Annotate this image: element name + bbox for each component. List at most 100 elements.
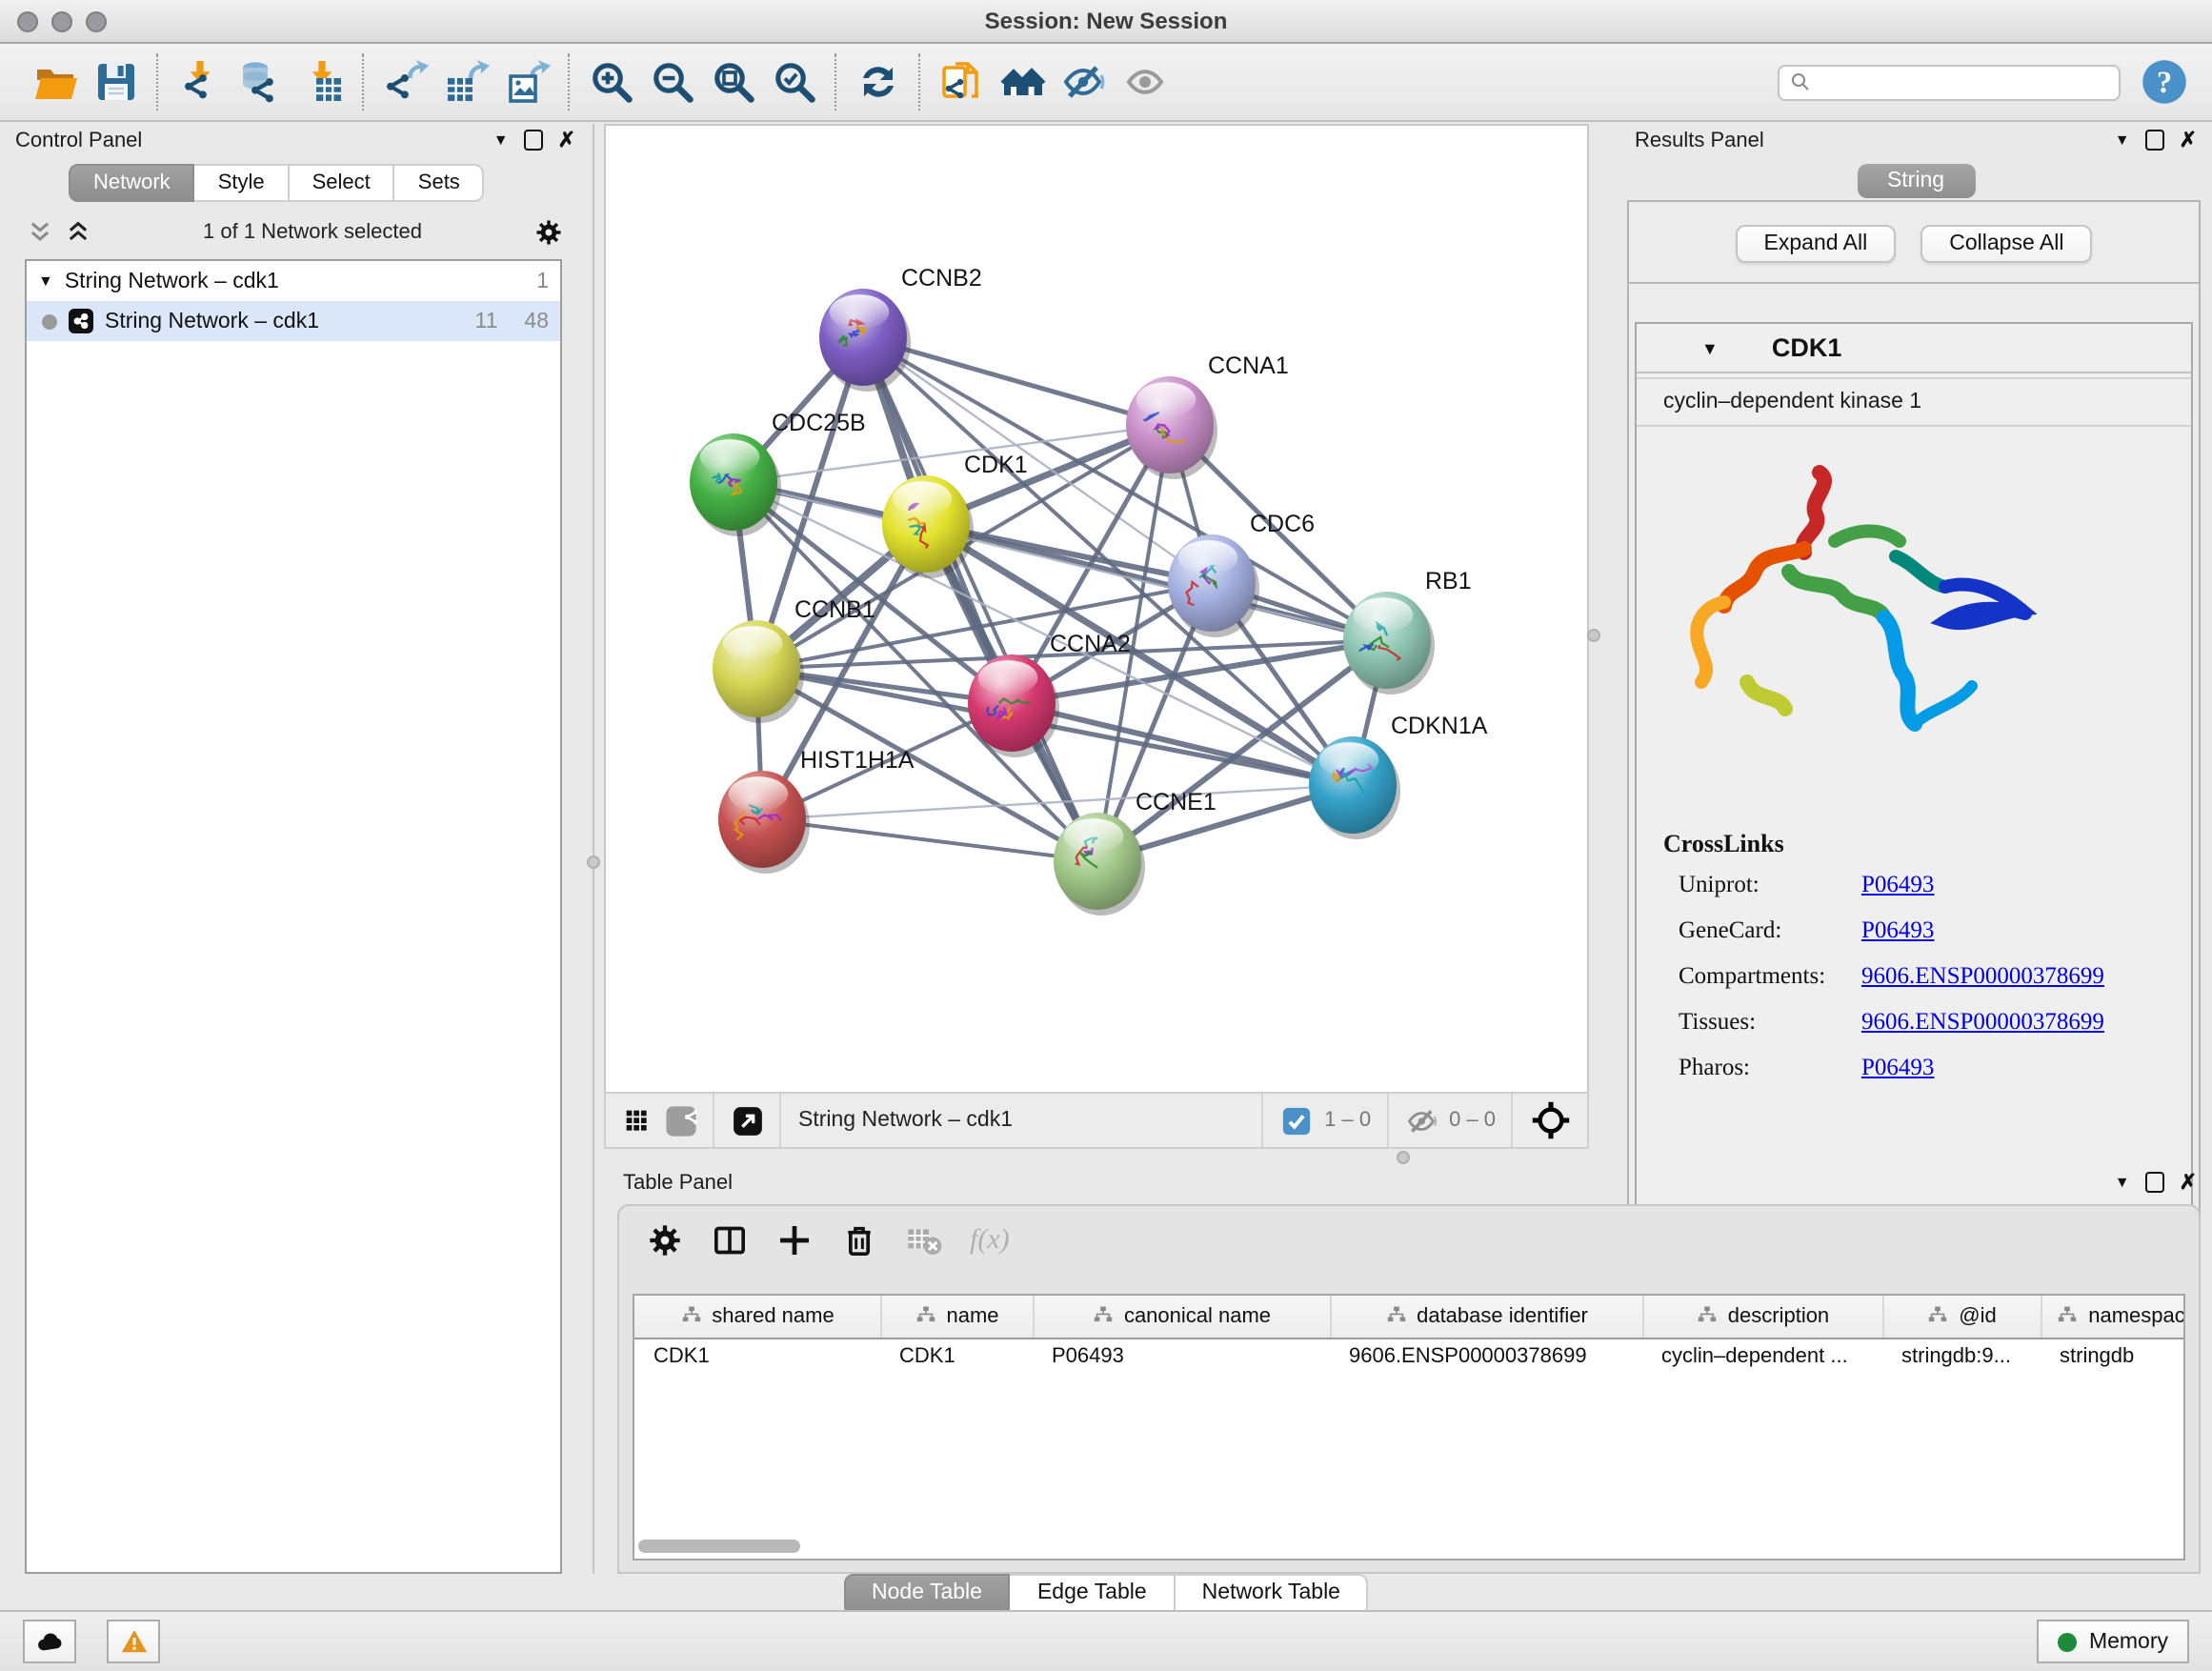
warnings-button[interactable] [107, 1620, 160, 1663]
search-input[interactable] [1820, 69, 2109, 95]
export-table-to-file-icon[interactable] [442, 57, 492, 107]
node-CDK1[interactable]: CDK1 [882, 452, 1028, 578]
crosslink-link[interactable]: P06493 [1861, 1054, 1934, 1082]
export-network-to-file-icon[interactable] [381, 57, 431, 107]
collapse-all-button[interactable]: Collapse All [1920, 225, 2092, 263]
node-table[interactable]: shared namenamecanonical namedatabase id… [633, 1294, 2185, 1560]
protein-collapse-icon[interactable]: ▼ [1701, 338, 1719, 357]
panel-float-icon[interactable] [524, 130, 543, 151]
delete-column-icon[interactable] [840, 1221, 878, 1259]
column-header-shared-name[interactable]: shared name [634, 1296, 880, 1339]
zoom-fit-icon[interactable] [709, 57, 758, 107]
control-panel-title: Control Panel [15, 129, 142, 151]
node-RB1[interactable]: RB1 [1343, 568, 1472, 695]
clone-network-icon[interactable] [937, 57, 987, 107]
expand-all-icon[interactable] [65, 219, 91, 246]
panel-close-icon[interactable]: ✗ [2180, 128, 2197, 152]
table-cell[interactable]: CDK1 [634, 1339, 880, 1372]
crosslink-link[interactable]: 9606.ENSP00000378699 [1861, 1008, 2104, 1037]
table-cell[interactable]: 9606.ENSP00000378699 [1330, 1339, 1642, 1372]
table-cell[interactable]: stringdb:9... [1882, 1339, 2041, 1372]
expand-all-button[interactable]: Expand All [1736, 225, 1897, 263]
tab-network[interactable]: Network [69, 164, 195, 202]
cloud-button[interactable] [23, 1620, 76, 1663]
node-HIST1H1A[interactable]: HIST1H1A [718, 747, 915, 874]
edge-CCNB2-CCNE1[interactable] [863, 337, 1097, 861]
network-collection-label: String Network – cdk1 [65, 270, 279, 292]
detach-view-icon[interactable] [732, 1104, 764, 1137]
hierarchy-icon [914, 1302, 936, 1331]
tab-string[interactable]: String [1857, 164, 1975, 198]
network-mode-icon[interactable] [665, 1104, 697, 1137]
import-network-from-file-icon[interactable] [175, 57, 225, 107]
search-field[interactable] [1778, 64, 2121, 100]
node-CCNE1[interactable]: CCNE1 [1054, 789, 1217, 916]
column-header-canonical-name[interactable]: canonical name [1033, 1296, 1330, 1339]
add-column-icon[interactable] [775, 1221, 814, 1259]
node-CCNA1[interactable]: CCNA1 [1126, 352, 1289, 479]
update-icon[interactable] [854, 57, 903, 107]
help-icon[interactable]: ? [2140, 57, 2189, 107]
column-header-description[interactable]: description [1642, 1296, 1882, 1339]
crosslink-link[interactable]: P06493 [1861, 916, 1934, 945]
collapse-all-icon[interactable] [27, 219, 53, 246]
show-all-icon[interactable] [1120, 57, 1170, 107]
hierarchy-icon [1384, 1302, 1407, 1331]
panel-menu-icon[interactable]: ▼ [2115, 1174, 2130, 1191]
table-row[interactable]: CDK1CDK1P064939606.ENSP00000378699cyclin… [634, 1339, 2185, 1372]
tab-style[interactable]: Style [195, 164, 290, 202]
open-file-icon[interactable] [30, 57, 80, 107]
crosslink-link[interactable]: P06493 [1861, 871, 1934, 899]
column-header-database-identifier[interactable]: database identifier [1330, 1296, 1642, 1339]
tree-expand-icon[interactable]: ▼ [38, 272, 53, 290]
first-neighbors-icon[interactable] [998, 57, 1048, 107]
grid-mode-icon[interactable] [621, 1104, 654, 1137]
gear-icon[interactable] [533, 217, 564, 248]
right-splitter-handle[interactable] [1587, 629, 1600, 642]
column-header-name[interactable]: name [880, 1296, 1033, 1339]
show-columns-icon[interactable] [711, 1221, 749, 1259]
crosslinks-title: CrossLinks [1663, 829, 2191, 859]
table-cell[interactable]: P06493 [1033, 1339, 1330, 1372]
export-image-icon[interactable] [503, 57, 553, 107]
network-canvas[interactable]: CCNB2CCNA1CDC25BCDK1CDC6RB1CCNB1CCNA2CDK… [604, 124, 1589, 1096]
table-cell[interactable]: stringdb [2041, 1339, 2185, 1372]
hide-selected-icon[interactable] [1059, 57, 1109, 107]
panel-menu-icon[interactable]: ▼ [493, 131, 509, 149]
zoom-in-icon[interactable] [587, 57, 636, 107]
birds-eye-view-icon[interactable] [1530, 1099, 1572, 1141]
hierarchy-icon [2056, 1302, 2079, 1331]
tab-sets[interactable]: Sets [395, 164, 485, 202]
table-cell[interactable]: CDK1 [880, 1339, 1033, 1372]
tab-select[interactable]: Select [290, 164, 395, 202]
table-settings-icon[interactable] [646, 1221, 684, 1259]
table-cell[interactable]: cyclin–dependent ... [1642, 1339, 1882, 1372]
crosslink-link[interactable]: 9606.ENSP00000378699 [1861, 962, 2104, 991]
network-row[interactable]: String Network – cdk1 11 48 [27, 301, 560, 341]
horizontal-splitter-handle[interactable] [1397, 1151, 1410, 1164]
panel-close-icon[interactable]: ✗ [558, 128, 575, 152]
panel-float-icon[interactable] [2145, 130, 2164, 151]
save-session-icon[interactable] [91, 57, 141, 107]
panel-close-icon[interactable]: ✗ [2180, 1170, 2197, 1195]
left-splitter-handle[interactable] [587, 856, 600, 869]
import-table-from-file-icon[interactable] [297, 57, 347, 107]
crosslink-label: GeneCard: [1679, 916, 1861, 945]
import-network-from-database-icon[interactable] [236, 57, 286, 107]
panel-menu-icon[interactable]: ▼ [2115, 131, 2130, 149]
table-header-row[interactable]: shared namenamecanonical namedatabase id… [634, 1296, 2185, 1339]
zoom-selected-icon[interactable] [770, 57, 819, 107]
edge-CCNE1-HIST1H1A[interactable] [762, 819, 1097, 861]
column-header-namespac[interactable]: namespac [2041, 1296, 2185, 1339]
memory-button[interactable]: Memory [2038, 1620, 2189, 1663]
selected-checkbox-icon[interactable] [1280, 1104, 1313, 1137]
node-CCNB2[interactable]: CCNB2 [819, 265, 982, 392]
network-collection-row[interactable]: ▼ String Network – cdk1 1 [27, 261, 560, 301]
horizontal-scrollbar[interactable] [638, 1540, 800, 1553]
zoom-out-icon[interactable] [648, 57, 697, 107]
panel-float-icon[interactable] [2145, 1172, 2164, 1193]
column-header--id[interactable]: @id [1882, 1296, 2041, 1339]
node-label-HIST1H1A: HIST1H1A [800, 747, 915, 774]
node-CDKN1A[interactable]: CDKN1A [1309, 713, 1488, 839]
network-label: String Network – cdk1 [105, 310, 319, 332]
